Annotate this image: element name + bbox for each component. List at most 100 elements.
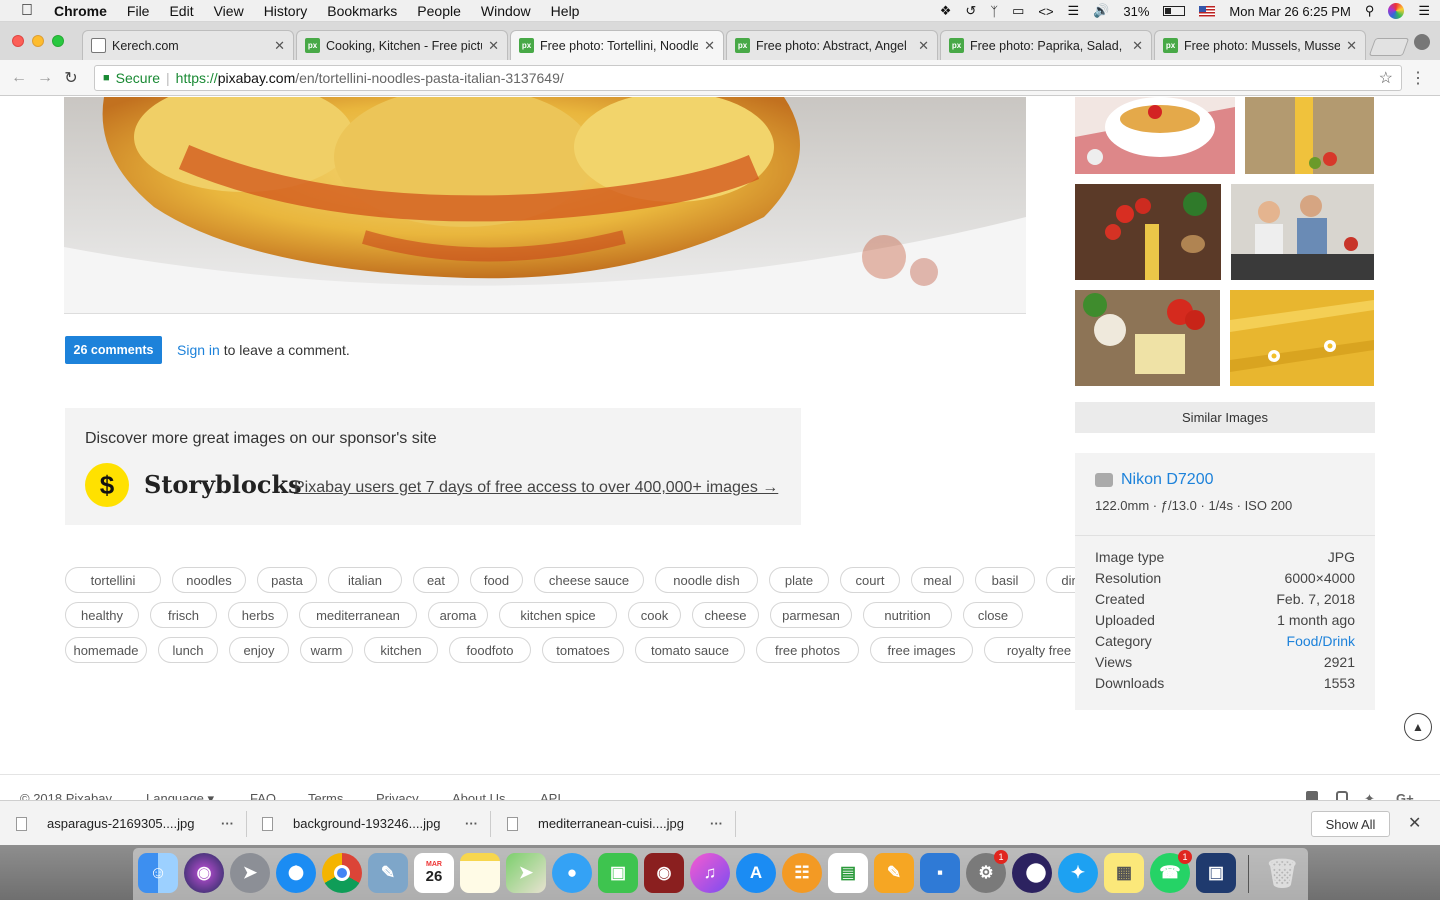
tab-mussels[interactable]: px Free photo: Mussels, Mussels ✕ <box>1154 30 1366 60</box>
safari-icon[interactable]: ❖ <box>276 853 316 893</box>
tag-chip[interactable]: tomatoes <box>542 637 624 663</box>
battery-percent[interactable]: 31% <box>1123 4 1149 19</box>
menu-window[interactable]: Window <box>481 3 531 19</box>
tag-chip[interactable]: italian <box>328 567 402 593</box>
category-link[interactable]: Food/Drink <box>1287 633 1355 649</box>
itunes-icon[interactable]: ♫ <box>690 853 730 893</box>
new-tab-button[interactable] <box>1368 38 1410 56</box>
menu-history[interactable]: History <box>264 3 308 19</box>
similar-thumb-couple-cooking[interactable] <box>1231 184 1374 280</box>
tab-kerech[interactable]: Kerech.com ✕ <box>82 30 294 60</box>
scroll-to-top-button[interactable]: ▲ <box>1404 713 1432 741</box>
tab-close-icon[interactable]: ✕ <box>1132 38 1143 54</box>
forward-arrow-icon[interactable]: → <box>32 69 58 87</box>
tag-chip[interactable]: free images <box>870 637 973 663</box>
tag-chip[interactable]: tortellini <box>65 567 161 593</box>
tag-chip[interactable]: free photos <box>756 637 859 663</box>
footer-privacy-link[interactable]: Privacy <box>376 791 419 800</box>
tag-chip[interactable]: cook <box>628 602 681 628</box>
facetime-icon[interactable]: ▣ <box>598 853 638 893</box>
time-machine-icon[interactable]: ↺ <box>965 3 976 19</box>
twitter-icon[interactable]: ✦ <box>1364 791 1375 800</box>
custom-app-icon[interactable]: ▣ <box>1196 853 1236 893</box>
tag-chip[interactable]: meal <box>911 567 964 593</box>
pages-icon[interactable]: ✎ <box>874 853 914 893</box>
tag-chip[interactable]: aroma <box>428 602 488 628</box>
address-bar[interactable]: ■ Secure | https:// pixabay.com /en/tort… <box>94 65 1402 91</box>
main-photo-tortellini[interactable] <box>64 97 1026 314</box>
menu-help[interactable]: Help <box>551 3 580 19</box>
footer-api-link[interactable]: API <box>540 791 561 800</box>
tag-chip[interactable]: kitchen <box>364 637 438 663</box>
tag-chip[interactable]: cheese <box>692 602 759 628</box>
tab-close-icon[interactable]: ✕ <box>274 38 285 54</box>
tag-chip[interactable]: warm <box>300 637 353 663</box>
similar-thumb-pasta-bowl[interactable] <box>1075 97 1235 174</box>
download-options-icon[interactable]: ··· <box>710 816 723 831</box>
similar-thumb-tomatoes-wood[interactable] <box>1075 184 1221 280</box>
app-store-icon[interactable]: A <box>736 853 776 893</box>
photo-booth-icon[interactable]: ◉ <box>644 853 684 893</box>
tag-chip[interactable]: eat <box>413 567 459 593</box>
tab-close-icon[interactable]: ✕ <box>918 38 929 54</box>
download-options-icon[interactable]: ··· <box>221 816 234 831</box>
wifi-icon[interactable]: ☰ <box>1068 3 1080 19</box>
menu-bookmarks[interactable]: Bookmarks <box>327 3 397 19</box>
download-item[interactable]: mediterranean-cuisi....jpg ··· <box>507 801 735 846</box>
similar-thumb-spaghetti[interactable] <box>1245 97 1374 174</box>
close-window-icon[interactable] <box>12 35 24 47</box>
messages-icon[interactable]: ● <box>552 853 592 893</box>
storyblocks-logo-icon[interactable]: $ <box>85 463 129 507</box>
camera-model-link[interactable]: Nikon D7200 <box>1121 471 1214 489</box>
tag-chip[interactable]: herbs <box>228 602 288 628</box>
menu-file[interactable]: File <box>127 3 150 19</box>
maps-icon[interactable]: ➤ <box>506 853 546 893</box>
airplay-icon[interactable]: ▭ <box>1012 3 1024 19</box>
tab-paprika[interactable]: px Free photo: Paprika, Salad, C ✕ <box>940 30 1152 60</box>
tag-chip[interactable]: lunch <box>158 637 218 663</box>
footer-language-menu[interactable]: Language ▾ <box>146 791 214 800</box>
close-downloads-icon[interactable]: ✕ <box>1408 813 1421 833</box>
stickies-icon[interactable]: ▦ <box>1104 853 1144 893</box>
tag-chip[interactable]: close <box>963 602 1023 628</box>
download-item[interactable]: background-193246....jpg ··· <box>262 801 490 846</box>
eclipse-icon[interactable] <box>1012 853 1052 893</box>
tab-tortellini[interactable]: px Free photo: Tortellini, Noodle ✕ <box>510 30 724 60</box>
launchpad-icon[interactable]: ➤ <box>230 853 270 893</box>
siri-icon[interactable]: ◉ <box>184 853 224 893</box>
facebook-icon[interactable] <box>1306 791 1318 800</box>
tag-chip[interactable]: tomato sauce <box>635 637 745 663</box>
back-arrow-icon[interactable]: ← <box>6 69 32 87</box>
menu-people[interactable]: People <box>417 3 461 19</box>
ibooks-icon[interactable]: ☷ <box>782 853 822 893</box>
profile-icon[interactable] <box>1414 34 1430 50</box>
tab-close-icon[interactable]: ✕ <box>704 38 715 54</box>
preview-icon[interactable]: ✎ <box>368 853 408 893</box>
notification-center-icon[interactable]: ☰ <box>1418 3 1430 19</box>
tab-close-icon[interactable]: ✕ <box>1346 38 1357 54</box>
menu-view[interactable]: View <box>214 3 244 19</box>
tag-chip[interactable]: noodles <box>172 567 246 593</box>
zoom-window-icon[interactable] <box>52 35 64 47</box>
flag-icon[interactable] <box>1199 5 1216 17</box>
similar-thumb-ravioli-garlic[interactable] <box>1075 290 1220 386</box>
calendar-icon[interactable]: MAR 26 <box>414 853 454 893</box>
tag-chip[interactable]: pasta <box>257 567 317 593</box>
tag-chip[interactable]: mediterranean <box>299 602 417 628</box>
tag-chip[interactable]: healthy <box>65 602 139 628</box>
sponsor-offer-link[interactable]: Pixabay users get 7 days of free access … <box>294 479 778 497</box>
reload-icon[interactable]: ↻ <box>58 68 84 88</box>
footer-about-link[interactable]: About Us <box>452 791 505 800</box>
volume-icon[interactable]: 🔊 <box>1093 3 1109 19</box>
menu-edit[interactable]: Edit <box>169 3 193 19</box>
tag-chip[interactable]: foodfoto <box>449 637 531 663</box>
tag-chip[interactable]: plate <box>769 567 829 593</box>
numbers-icon[interactable]: ▤ <box>828 853 868 893</box>
show-all-downloads-button[interactable]: Show All <box>1311 811 1390 837</box>
download-item[interactable]: asparagus-2169305....jpg ··· <box>16 801 246 846</box>
battery-icon[interactable] <box>1163 6 1186 16</box>
tag-chip[interactable]: basil <box>975 567 1035 593</box>
footer-faq-link[interactable]: FAQ <box>250 791 276 800</box>
tag-chip[interactable]: cheese sauce <box>534 567 644 593</box>
tag-chip[interactable]: court <box>840 567 900 593</box>
